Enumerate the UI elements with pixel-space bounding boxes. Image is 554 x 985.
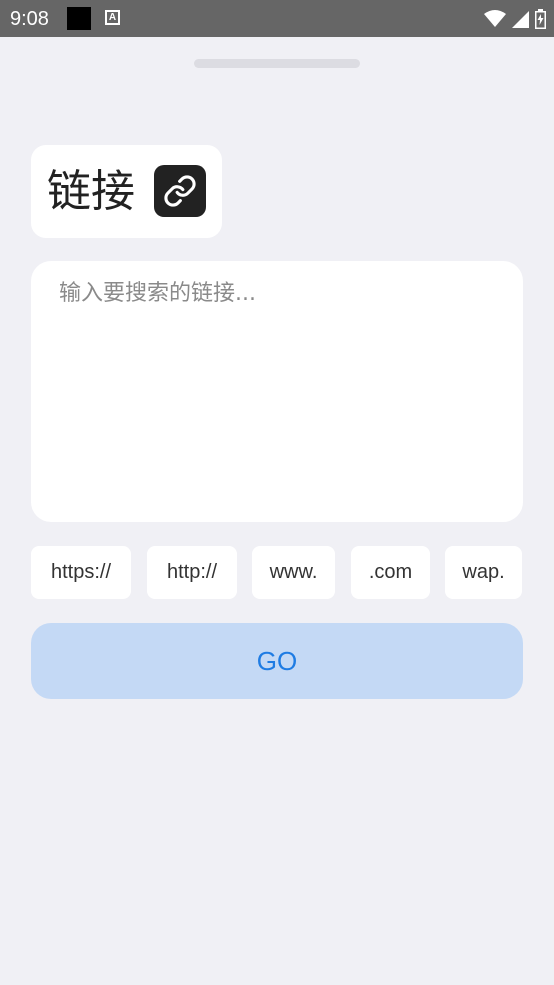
title-card: 链接: [31, 145, 222, 238]
battery-icon: [535, 9, 546, 29]
input-card: [31, 261, 523, 522]
status-bar: 9:08 A: [0, 0, 554, 37]
chip-www[interactable]: www.: [252, 546, 335, 599]
sheet-drag-handle[interactable]: [194, 59, 360, 68]
page-title: 链接: [47, 166, 135, 217]
status-time: 9:08: [10, 8, 49, 30]
chip-wap[interactable]: wap.: [445, 546, 522, 599]
signal-icon: [512, 10, 529, 28]
notification-icon: [67, 7, 91, 30]
system-icons: [484, 7, 546, 31]
wifi-icon: [484, 10, 506, 27]
chip-http[interactable]: http://: [147, 546, 237, 599]
link-badge: [154, 165, 206, 217]
link-icon: [164, 175, 196, 207]
go-button[interactable]: GO: [31, 623, 523, 699]
chip-https[interactable]: https://: [31, 546, 131, 599]
link-input[interactable]: [59, 279, 499, 499]
chip-com[interactable]: .com: [351, 546, 430, 599]
keyboard-notification-icon: A: [105, 10, 120, 25]
